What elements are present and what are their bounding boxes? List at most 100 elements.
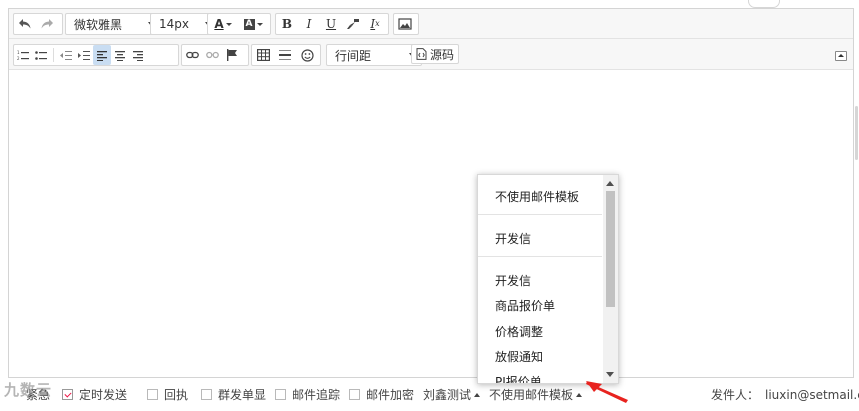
align-right-icon <box>133 50 143 61</box>
template-option[interactable]: 价格调整 <box>495 323 543 340</box>
mail-tracking-label: 邮件追踪 <box>292 388 341 402</box>
insert-link-button[interactable] <box>182 45 202 65</box>
receipt-checkbox[interactable] <box>147 389 158 400</box>
toolbar-row-1: 微软雅黑 14px A A B I U Ix <box>9 9 853 39</box>
line-height-label: 行间距 <box>335 48 372 63</box>
chevron-up-icon <box>474 392 481 397</box>
clear-format-sub: x <box>375 19 380 28</box>
align-left-icon <box>97 50 107 61</box>
background-color-button[interactable]: A <box>238 14 268 34</box>
toolbar-divider <box>53 48 54 62</box>
align-left-button[interactable] <box>93 45 111 65</box>
scheduled-send-option[interactable]: 定时发送 <box>62 386 127 403</box>
sender-email[interactable]: liuxin@setmail.cn <box>765 388 859 402</box>
scheduled-send-checkbox[interactable] <box>62 389 73 400</box>
outdent-icon <box>60 50 72 60</box>
bold-button[interactable]: B <box>276 14 298 34</box>
paragraph-group: 12 <box>13 44 179 66</box>
group-send-checkbox[interactable] <box>201 389 212 400</box>
mail-encrypt-checkbox[interactable] <box>349 389 360 400</box>
dropdown-scrollbar[interactable] <box>603 175 618 383</box>
chevron-down-icon <box>225 22 232 26</box>
mail-tracking-checkbox[interactable] <box>275 389 286 400</box>
scrollbar-thumb[interactable] <box>606 191 615 307</box>
ordered-list-icon: 12 <box>17 50 29 61</box>
horizontal-rule-button[interactable] <box>274 45 296 65</box>
receipt-option[interactable]: 回执 <box>147 386 188 403</box>
expand-toolbar-icon[interactable] <box>835 51 847 61</box>
ordered-list-button[interactable]: 12 <box>14 45 32 65</box>
font-color-icon: A <box>214 17 224 31</box>
undo-icon <box>19 19 31 29</box>
template-option[interactable]: 放假通知 <box>495 348 543 365</box>
horizontal-rule-icon <box>279 50 291 60</box>
color-group: A A <box>207 13 271 35</box>
mail-template-select[interactable]: 不使用邮件模板 <box>489 386 583 403</box>
account-template-label: 刘鑫测试 <box>423 388 472 402</box>
anchor-button[interactable] <box>222 45 242 65</box>
mail-encrypt-label: 邮件加密 <box>366 388 415 402</box>
clear-format-button[interactable]: Ix <box>364 14 386 34</box>
unordered-list-icon <box>35 50 47 60</box>
scroll-down-icon[interactable] <box>606 372 614 377</box>
font-size-value: 14px <box>159 17 189 31</box>
mail-encrypt-option[interactable]: 邮件加密 <box>349 386 414 403</box>
format-group: B I U Ix <box>275 13 389 35</box>
unlink-icon <box>205 51 219 59</box>
unlink-button[interactable] <box>202 45 222 65</box>
template-option-none[interactable]: 不使用邮件模板 <box>495 188 579 205</box>
background-color-icon: A <box>243 18 255 30</box>
font-color-button[interactable]: A <box>208 14 238 34</box>
indent-button[interactable] <box>75 45 93 65</box>
page-scrollbar[interactable] <box>855 106 858 160</box>
urgent-label: 紧急 <box>26 388 51 402</box>
align-center-icon <box>115 50 125 61</box>
scroll-up-icon[interactable] <box>606 181 614 186</box>
link-group <box>181 44 249 66</box>
toolbar-row-2: 12 行间距 源码 <box>9 39 853 70</box>
undo-button[interactable] <box>14 14 36 34</box>
svg-text:1: 1 <box>17 50 20 55</box>
emoji-button[interactable] <box>296 45 318 65</box>
urgent-option[interactable]: 紧急 <box>26 386 50 403</box>
dropdown-divider <box>478 256 602 257</box>
scheduled-send-label: 定时发送 <box>79 388 128 402</box>
align-right-button[interactable] <box>129 45 147 65</box>
account-template-select[interactable]: 刘鑫测试 <box>423 386 481 403</box>
insert-image-button[interactable] <box>394 14 416 34</box>
brush-icon <box>347 19 359 29</box>
annotation-arrow-icon <box>586 381 628 403</box>
toggle-switch[interactable] <box>748 0 780 8</box>
sender-label: 发件人： <box>711 388 760 402</box>
template-option[interactable]: 商品报价单 <box>495 297 555 314</box>
outdent-button[interactable] <box>57 45 75 65</box>
font-family-select[interactable]: 微软雅黑 <box>65 13 161 35</box>
mail-tracking-option[interactable]: 邮件追踪 <box>275 386 340 403</box>
link-icon <box>185 51 199 59</box>
italic-button[interactable]: I <box>298 14 320 34</box>
insert-group <box>251 44 321 66</box>
source-button[interactable]: 源码 <box>411 44 459 64</box>
font-family-value: 微软雅黑 <box>74 17 123 32</box>
template-option[interactable]: 开发信 <box>495 230 531 247</box>
chevron-up-icon <box>576 392 583 397</box>
unordered-list-button[interactable] <box>32 45 50 65</box>
chevron-down-icon <box>256 22 263 26</box>
history-group <box>13 13 63 35</box>
format-painter-button[interactable] <box>342 14 364 34</box>
template-dropdown: 不使用邮件模板 开发信 开发信 商品报价单 价格调整 放假通知 PI报价单 <box>477 174 619 384</box>
redo-button[interactable] <box>36 14 58 34</box>
group-send-option[interactable]: 群发单显 <box>201 386 266 403</box>
smiley-icon <box>300 48 314 62</box>
dropdown-divider <box>478 214 602 215</box>
editor-content-area[interactable] <box>9 70 853 377</box>
line-height-select[interactable]: 行间距 <box>326 44 422 66</box>
template-option[interactable]: 开发信 <box>495 272 531 289</box>
align-center-button[interactable] <box>111 45 129 65</box>
flag-icon <box>227 49 237 61</box>
insert-table-button[interactable] <box>252 45 274 65</box>
underline-button[interactable]: U <box>320 14 342 34</box>
svg-text:2: 2 <box>17 56 20 61</box>
rich-text-editor: 微软雅黑 14px A A B I U Ix 1 2 行间距 源码 <box>8 8 854 378</box>
image-group <box>393 13 419 35</box>
